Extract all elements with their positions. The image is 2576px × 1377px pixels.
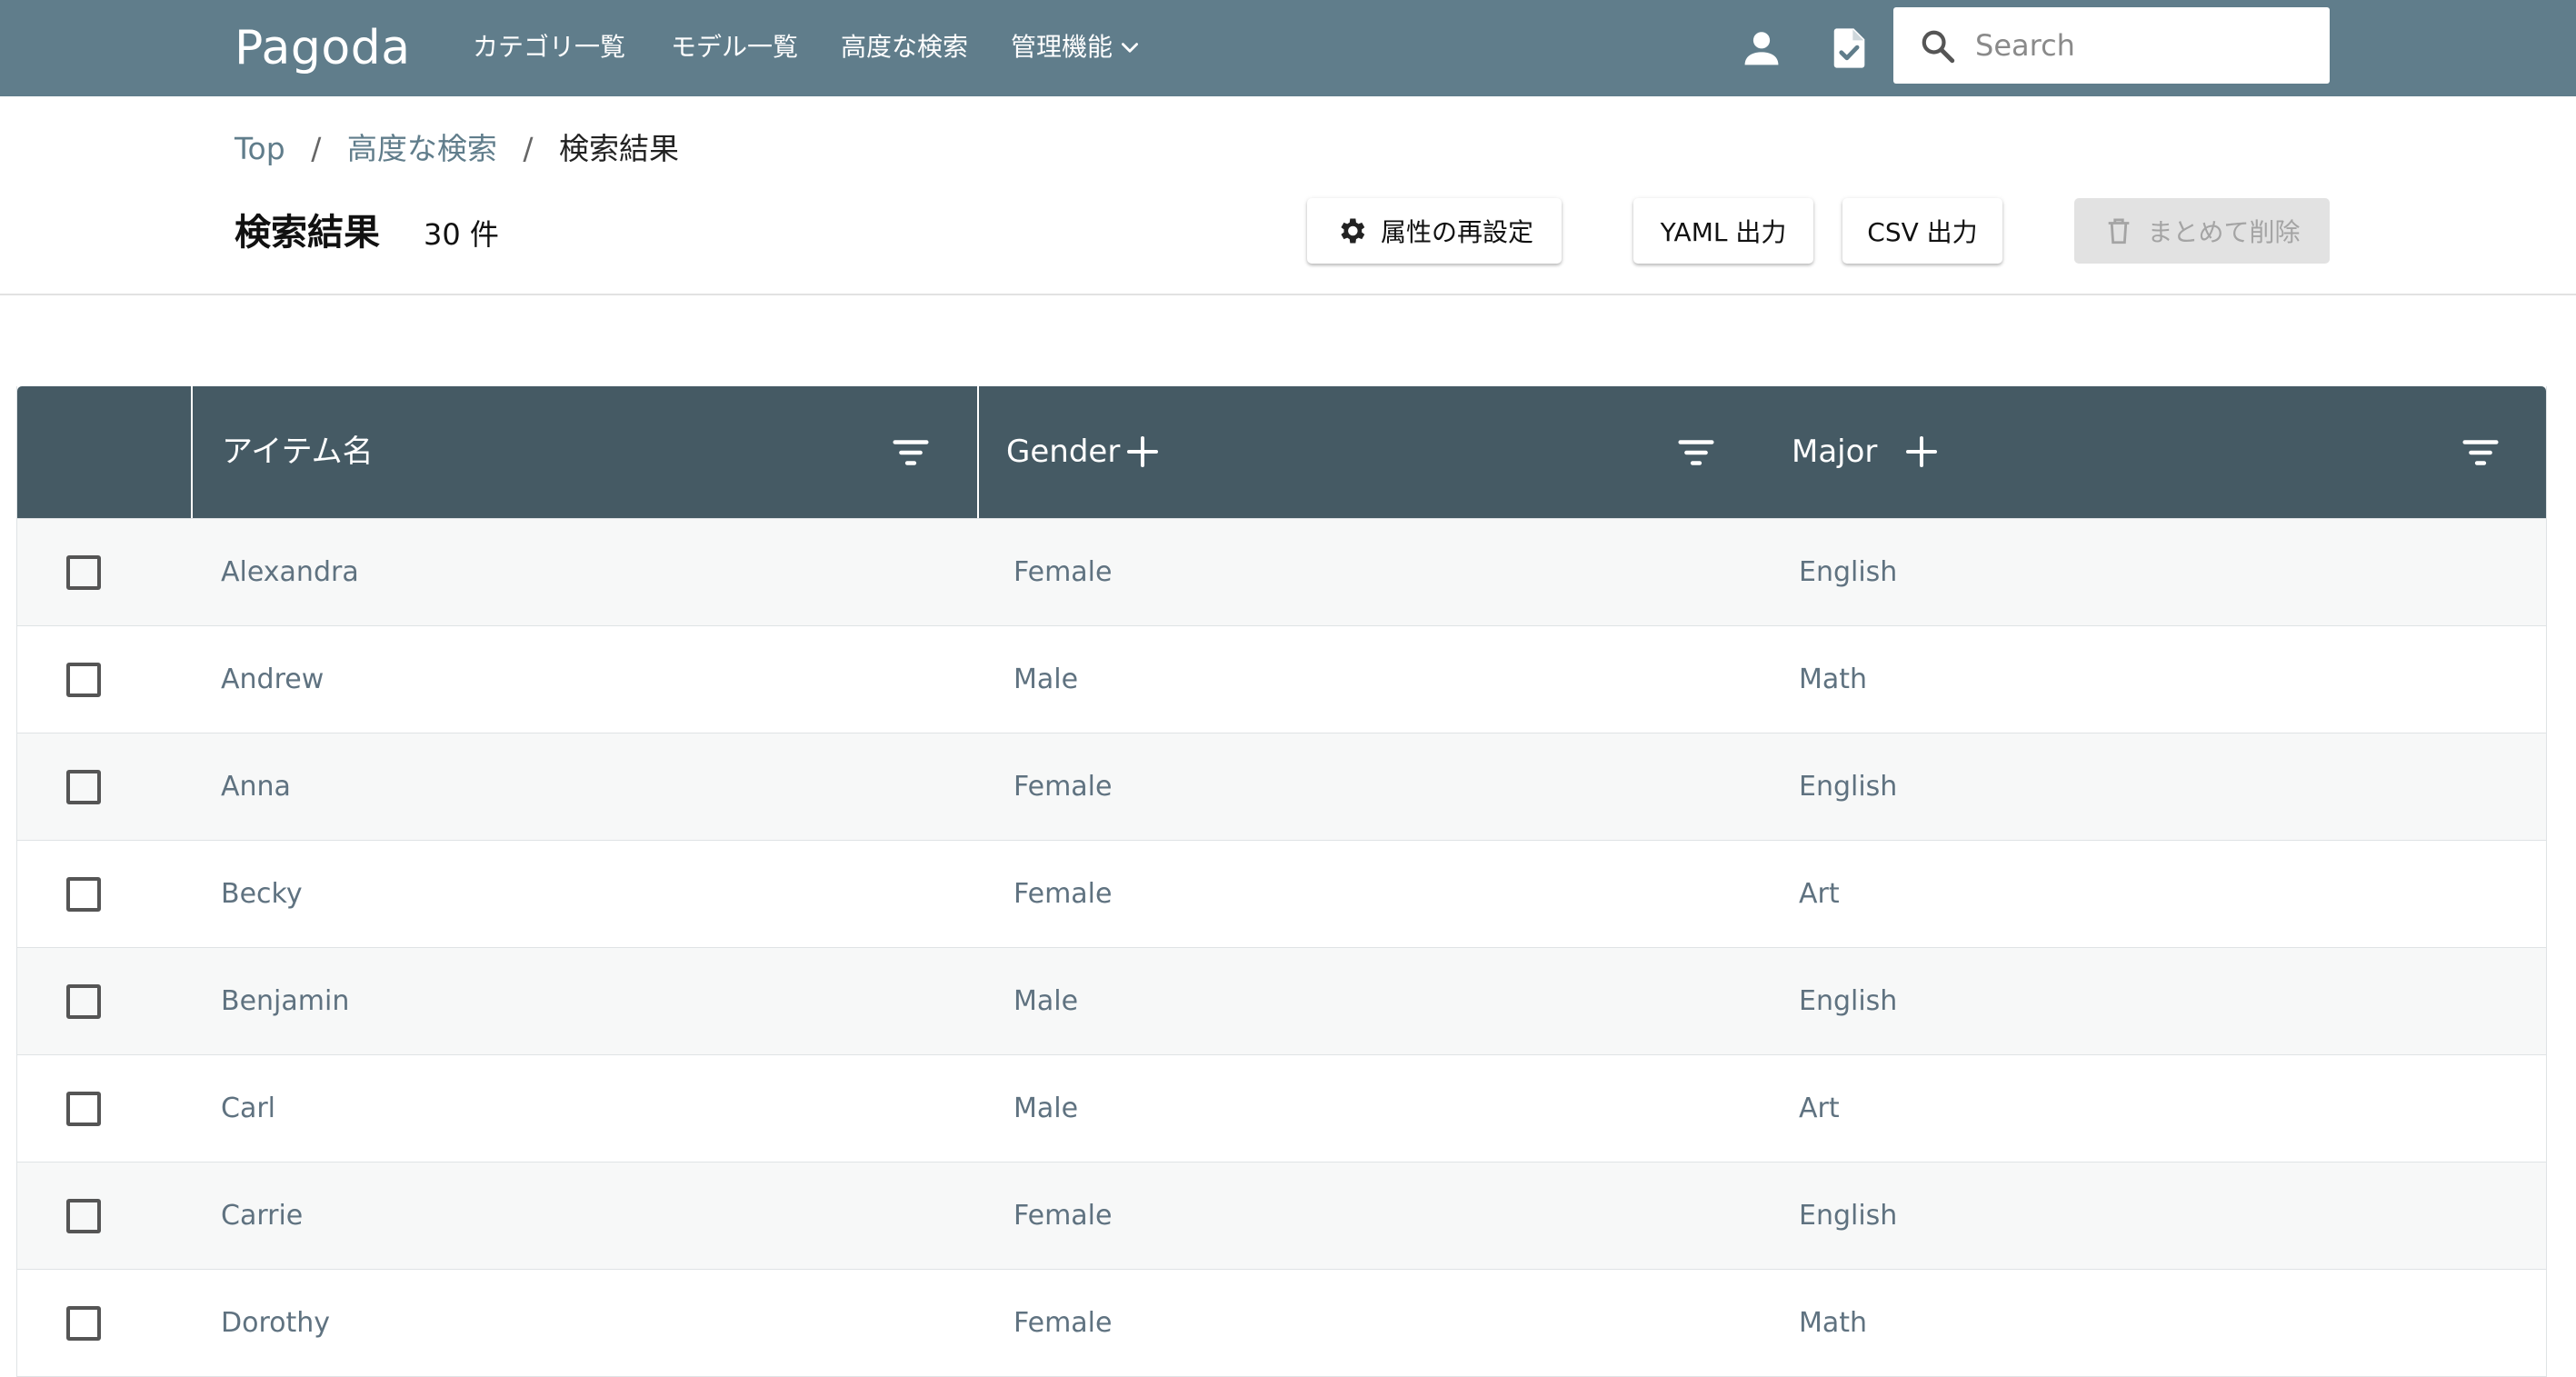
cell-item-name[interactable]: Anna: [221, 733, 291, 841]
bulk-delete-button[interactable]: まとめて削除: [2074, 198, 2330, 264]
row-checkbox[interactable]: [66, 1092, 101, 1126]
cell-major: Math: [1799, 1307, 1868, 1339]
table-row: Benjamin Male English: [17, 947, 2546, 1054]
csv-export-label: CSV 出力: [1867, 217, 1978, 247]
row-checkbox[interactable]: [66, 555, 101, 590]
column-divider: [977, 386, 979, 518]
filter-icon[interactable]: [1675, 432, 1717, 474]
yaml-export-button[interactable]: YAML 出力: [1633, 198, 1813, 264]
cell-item-name[interactable]: Dorothy: [221, 1270, 330, 1377]
breadcrumb-advanced-search[interactable]: 高度な検索: [347, 131, 497, 166]
cell-major: Art: [1799, 878, 1840, 910]
chevron-down-icon: [1122, 43, 1139, 53]
table-row: Carl Male Art: [17, 1054, 2546, 1162]
cell-item-name[interactable]: Benjamin: [221, 948, 349, 1055]
header-divider: [0, 294, 2576, 295]
search-box[interactable]: [1893, 7, 2330, 84]
plus-icon[interactable]: [1124, 434, 1161, 470]
table-row: Andrew Male Math: [17, 625, 2546, 733]
cell-gender: Female: [1013, 556, 1113, 588]
table-header: アイテム名 Gender Major: [17, 386, 2546, 518]
row-checkbox[interactable]: [66, 877, 101, 912]
cell-item-name[interactable]: Becky: [221, 841, 303, 948]
app-bar: Pagoda カテゴリ一覧 モデル一覧 高度な検索 管理機能: [0, 0, 2576, 96]
cell-item-name[interactable]: Andrew: [221, 626, 324, 733]
cell-major: Math: [1799, 664, 1868, 695]
csv-export-button[interactable]: CSV 出力: [1842, 198, 2002, 264]
breadcrumb-separator: /: [523, 131, 534, 166]
gear-icon: [1341, 218, 1365, 244]
cell-item-name[interactable]: Alexandra: [221, 519, 359, 626]
nav-admin-label: 管理機能: [1011, 32, 1113, 62]
table-row: Dorothy Female Math: [17, 1269, 2546, 1376]
yaml-export-label: YAML 出力: [1660, 217, 1787, 247]
cell-gender: Female: [1013, 1200, 1113, 1232]
nav-admin-menu[interactable]: 管理機能: [1011, 25, 1142, 69]
breadcrumb: Top / 高度な検索 / 検索結果: [235, 124, 679, 175]
row-checkbox[interactable]: [66, 663, 101, 697]
filter-icon[interactable]: [2460, 432, 2501, 474]
filter-icon[interactable]: [890, 432, 932, 474]
cell-gender: Male: [1013, 985, 1079, 1017]
column-header-major[interactable]: Major: [1792, 386, 1877, 518]
trash-icon: [2109, 218, 2130, 244]
page-title: 検索結果: [235, 212, 380, 254]
breadcrumb-separator: /: [311, 131, 322, 166]
cell-gender: Female: [1013, 1307, 1113, 1339]
bulk-delete-label: まとめて削除: [2147, 217, 2301, 247]
table-row: Carrie Female English: [17, 1162, 2546, 1269]
cell-gender: Female: [1013, 771, 1113, 803]
cell-major: English: [1799, 985, 1898, 1017]
reset-attributes-label: 属性の再設定: [1380, 217, 1533, 247]
reset-attributes-button[interactable]: 属性の再設定: [1307, 198, 1562, 264]
nav-model-list[interactable]: モデル一覧: [671, 25, 798, 69]
plus-icon[interactable]: [1903, 434, 1940, 470]
nav-advanced-search[interactable]: 高度な検索: [841, 25, 968, 69]
cell-major: English: [1799, 1200, 1898, 1232]
cell-gender: Female: [1013, 878, 1113, 910]
cell-gender: Male: [1013, 1093, 1079, 1124]
row-checkbox[interactable]: [66, 1306, 101, 1341]
column-divider: [191, 386, 193, 518]
brand-logo[interactable]: Pagoda: [235, 16, 411, 80]
cell-item-name[interactable]: Carrie: [221, 1162, 303, 1270]
table-row: Anna Female English: [17, 733, 2546, 840]
user-icon[interactable]: [1738, 25, 1785, 72]
cell-major: Art: [1799, 1093, 1840, 1124]
cell-major: English: [1799, 771, 1898, 803]
result-count: 30 件: [424, 217, 499, 252]
column-header-gender[interactable]: Gender: [1006, 386, 1120, 518]
search-icon: [1922, 30, 1955, 64]
cell-major: English: [1799, 556, 1898, 588]
search-input[interactable]: [1975, 18, 2311, 73]
row-checkbox[interactable]: [66, 984, 101, 1019]
nav-category-list[interactable]: カテゴリ一覧: [473, 25, 625, 69]
breadcrumb-current: 検索結果: [558, 131, 679, 166]
column-header-item-name[interactable]: アイテム名: [222, 386, 374, 518]
row-checkbox[interactable]: [66, 1199, 101, 1233]
row-checkbox[interactable]: [66, 770, 101, 804]
breadcrumb-top[interactable]: Top: [235, 131, 285, 166]
table-row: Alexandra Female English: [17, 518, 2546, 625]
cell-gender: Male: [1013, 664, 1079, 695]
cell-item-name[interactable]: Carl: [221, 1055, 275, 1162]
table-row: Becky Female Art: [17, 840, 2546, 947]
job-status-icon[interactable]: [1825, 25, 1872, 72]
search-results-table: アイテム名 Gender Major Alexandra Female Engl…: [16, 386, 2547, 1377]
